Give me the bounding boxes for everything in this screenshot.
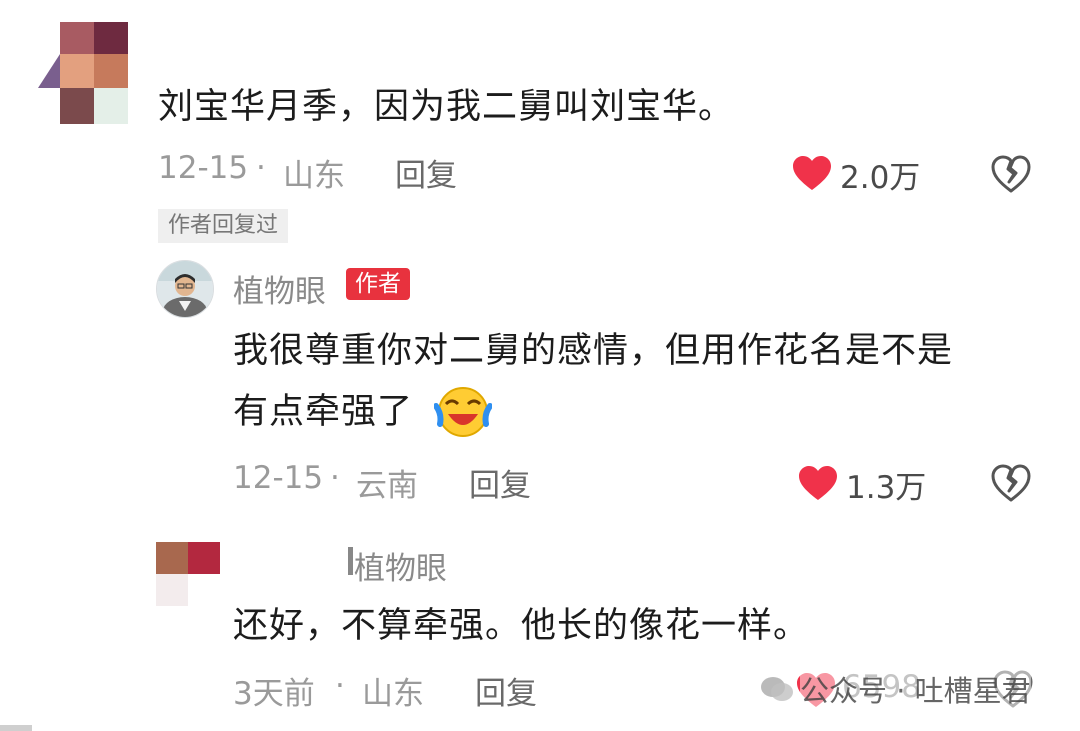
reply-location: 云南 — [356, 468, 418, 504]
meta-separator: · — [330, 460, 340, 496]
reply-avatar[interactable] — [156, 542, 220, 606]
watermark-text: 公众号 · 吐槽星君 — [800, 668, 1031, 710]
reply-to-marker — [348, 547, 353, 575]
reply-location: 山东 — [362, 676, 424, 712]
corner-mark — [0, 725, 32, 731]
dislike-broken-heart-icon[interactable] — [990, 462, 1032, 504]
reply-text-line2: 有点牵强了 — [233, 392, 414, 432]
comment-date: 12-15 — [158, 150, 249, 186]
author-tag: 作者 — [346, 268, 410, 300]
wechat-icon — [761, 677, 793, 701]
comment-location: 山东 — [283, 158, 345, 194]
reply-date: 12-15 — [233, 460, 324, 496]
avatar[interactable] — [38, 22, 128, 124]
author-avatar[interactable] — [156, 260, 214, 318]
author-replied-badge[interactable]: 作者回复过 — [158, 209, 289, 243]
like-count: 2.0万 — [840, 160, 921, 196]
reply-button[interactable]: 回复 — [395, 150, 457, 195]
laugh-cry-emoji-icon — [434, 387, 492, 437]
like-count: 1.3万 — [846, 470, 927, 506]
reply-username[interactable]: 植物眼 — [233, 266, 326, 311]
reply-date: 3天前 — [233, 676, 315, 712]
reply-button[interactable]: 回复 — [469, 460, 531, 505]
comment-text: 刘宝华月季，因为我二舅叫刘宝华。 — [158, 87, 735, 127]
dislike-broken-heart-icon[interactable] — [990, 153, 1032, 195]
like-heart-icon[interactable] — [798, 465, 838, 501]
meta-separator: · — [335, 668, 345, 704]
meta-separator: · — [256, 150, 266, 186]
reply-text: 还好，不算牵强。他长的像花一样。 — [233, 606, 810, 646]
reply-text-line1: 我很尊重你对二舅的感情，但用作花名是不是 — [233, 331, 954, 371]
reply-to-username[interactable]: 植物眼 — [354, 543, 447, 588]
like-heart-icon[interactable] — [792, 155, 832, 191]
watermark: 公众号 · 吐槽星君 — [760, 668, 1031, 710]
reply-button[interactable]: 回复 — [475, 668, 537, 713]
